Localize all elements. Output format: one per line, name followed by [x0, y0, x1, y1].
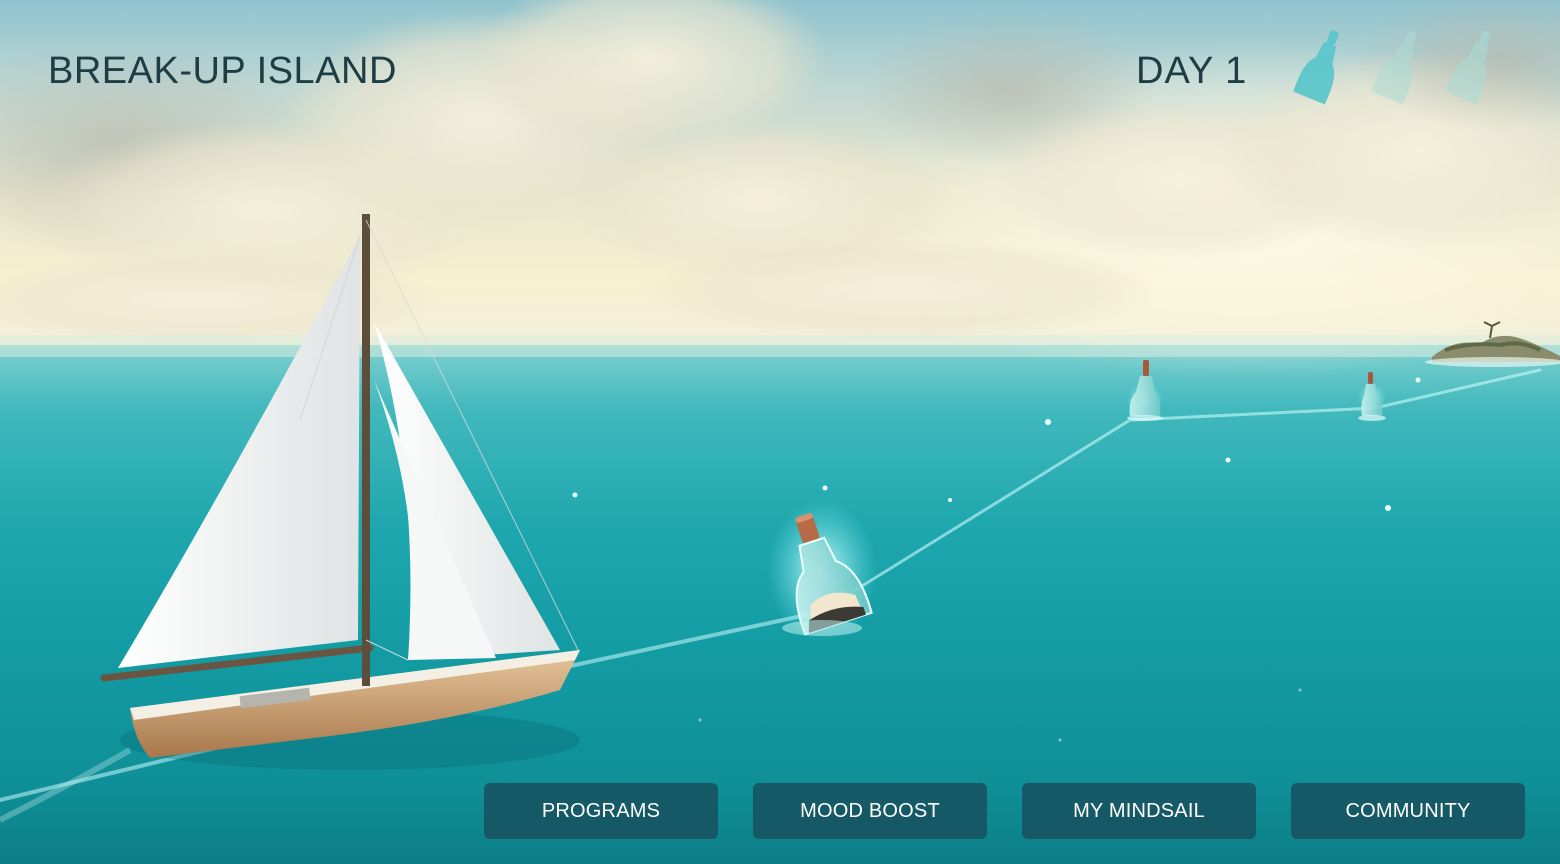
game-scene: BREAK-UP ISLAND DAY 1 PROGRAMS MOOD BOOS… [0, 0, 1560, 864]
route-sparkles [572, 377, 1421, 511]
message-bottle-far-2[interactable] [1358, 372, 1386, 421]
programs-button[interactable]: PROGRAMS [484, 783, 718, 839]
bottle-progress-icon [1290, 26, 1350, 110]
bottle-progress-icon [1368, 26, 1428, 110]
bottle-progress-icon [1442, 26, 1502, 110]
message-bottle-active[interactable] [767, 500, 877, 640]
mood-boost-button[interactable]: MOOD BOOST [753, 783, 987, 839]
my-mindsail-button[interactable]: MY MINDSAIL [1022, 783, 1256, 839]
sea-sparkles [698, 688, 1302, 742]
bottom-menu: PROGRAMS MOOD BOOST MY MINDSAIL COMMUNIT… [484, 783, 1525, 839]
scene-art [0, 0, 1560, 823]
day-counter: DAY 1 [1136, 50, 1248, 92]
community-button[interactable]: COMMUNITY [1291, 783, 1525, 839]
location-title: BREAK-UP ISLAND [48, 50, 397, 92]
